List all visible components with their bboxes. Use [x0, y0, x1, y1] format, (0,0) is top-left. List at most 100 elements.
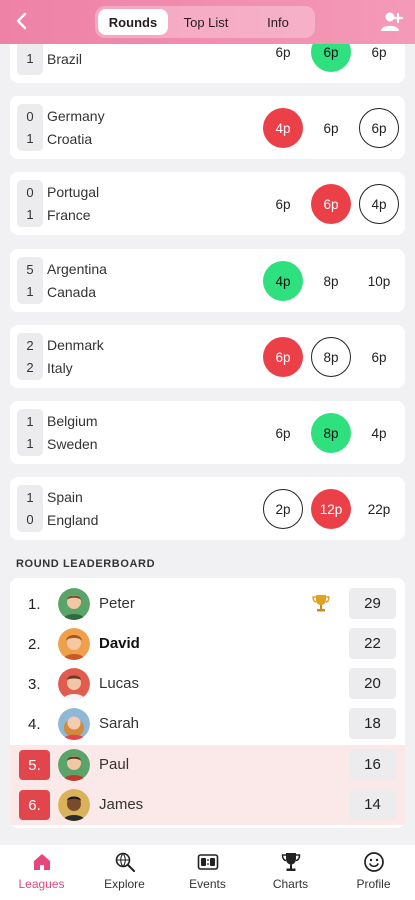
- avatar: [58, 789, 90, 821]
- nav-label: Profile: [356, 877, 391, 891]
- scoreboard-icon: [197, 854, 218, 870]
- pick-away[interactable]: 4p: [359, 184, 399, 224]
- pick-home[interactable]: 4p: [263, 261, 303, 301]
- rank-badge: 5.: [19, 750, 50, 780]
- away-team: France: [47, 207, 91, 224]
- rank-badge: 6.: [19, 790, 50, 820]
- tab-info[interactable]: Info: [244, 9, 312, 35]
- pick-away[interactable]: 6p: [359, 108, 399, 148]
- score-box: 0 1: [17, 180, 43, 227]
- home-score: 0: [26, 109, 34, 125]
- pick-home[interactable]: 6p: [263, 413, 303, 453]
- home-team: Portugal: [47, 183, 100, 200]
- nav-label: Leagues: [18, 877, 65, 891]
- add-user-icon[interactable]: [379, 9, 405, 35]
- nav-leagues[interactable]: Leagues: [0, 845, 83, 900]
- score-box: 2 2: [17, 333, 43, 380]
- trophy-icon: [281, 853, 300, 871]
- team-names: Denmark Italy: [47, 333, 104, 380]
- rank: 1.: [28, 595, 41, 613]
- away-score: 1: [26, 206, 34, 222]
- leaderboard-row[interactable]: 3. Lucas 20: [10, 664, 405, 704]
- segmented-tabs: Rounds Top List Info: [95, 6, 315, 38]
- home-score: 0: [26, 185, 34, 201]
- score-box: 5 1: [17, 257, 43, 304]
- match-card[interactable]: 1 1 Belgium Sweden 6p 8p 4p: [10, 401, 405, 464]
- rank: 3.: [28, 675, 41, 693]
- smiley-icon: [363, 852, 384, 872]
- leaderboard-row-current-user[interactable]: 5. Paul 16: [10, 745, 405, 785]
- bottom-navigation: Leagues Explore Events Charts Profile: [0, 845, 415, 900]
- pick-away[interactable]: 4p: [359, 413, 399, 453]
- tab-rounds[interactable]: Rounds: [98, 9, 168, 35]
- leaderboard-row[interactable]: 1. Peter 29: [10, 584, 405, 624]
- score-box: 1 1: [17, 409, 43, 456]
- player-score: 18: [349, 708, 396, 739]
- pick-home[interactable]: 6p: [263, 337, 303, 377]
- round-leaderboard: 1. Peter 29 2. David 22 3. Lucas 20 4. S…: [10, 578, 405, 828]
- away-score: 2: [26, 359, 34, 375]
- pick-home[interactable]: 4p: [263, 108, 303, 148]
- match-card[interactable]: 5 1 Argentina Canada 4p 8p 10p: [10, 249, 405, 312]
- avatar: [58, 588, 90, 620]
- nav-label: Charts: [272, 877, 309, 891]
- player-name: Peter: [99, 595, 135, 612]
- nav-label: Explore: [104, 877, 145, 891]
- pick-draw[interactable]: 12p: [311, 489, 351, 529]
- avatar: [58, 708, 90, 740]
- pick-draw[interactable]: 8p: [311, 337, 351, 377]
- pick-away[interactable]: 22p: [359, 489, 399, 529]
- pick-away[interactable]: 6p: [359, 337, 399, 377]
- nav-profile[interactable]: Profile: [332, 845, 415, 900]
- globe-search-icon: [115, 852, 135, 872]
- match-card[interactable]: 2 2 Denmark Italy 6p 8p 6p: [10, 325, 405, 388]
- away-team: England: [47, 512, 99, 529]
- player-name: Sarah: [99, 715, 140, 732]
- avatar: [58, 749, 90, 781]
- away-team: Italy: [47, 360, 73, 377]
- away-score: 1: [26, 283, 34, 299]
- player-name: Paul: [99, 756, 130, 773]
- score-box: 1 0: [17, 485, 43, 532]
- leaderboard-row[interactable]: 6. James 14: [10, 785, 405, 825]
- player-name: Lucas: [99, 675, 140, 692]
- nav-explore[interactable]: Explore: [83, 845, 166, 900]
- back-arrow-icon[interactable]: [10, 9, 34, 33]
- pick-home[interactable]: 2p: [263, 489, 303, 529]
- pick-draw[interactable]: 6p: [311, 108, 351, 148]
- match-card[interactable]: 1 0 Spain England 2p 12p 22p: [10, 477, 405, 540]
- leaderboard-row[interactable]: 4. Sarah 18: [10, 704, 405, 744]
- home-team: Denmark: [47, 336, 104, 353]
- match-card[interactable]: 0 1 Germany Croatia 4p 6p 6p: [10, 96, 405, 159]
- team-names: Belgium Sweden: [47, 409, 98, 456]
- avatar: [58, 628, 90, 660]
- home-score: 1: [26, 490, 34, 506]
- pick-draw[interactable]: 6p: [311, 184, 351, 224]
- player-score: 29: [349, 588, 396, 619]
- home-team: Belgium: [47, 412, 98, 429]
- match-card[interactable]: 0 1 Portugal France 6p 6p 4p: [10, 172, 405, 235]
- team-names: Spain England: [47, 485, 98, 532]
- tab-top-list[interactable]: Top List: [168, 9, 244, 35]
- nav-charts[interactable]: Charts: [249, 845, 332, 900]
- home-team: Argentina: [47, 260, 107, 277]
- away-team: Croatia: [47, 131, 93, 148]
- player-score: 14: [349, 789, 396, 820]
- player-name: David: [99, 635, 140, 652]
- pick-draw[interactable]: 8p: [311, 261, 351, 301]
- team-names: Argentina Canada: [47, 257, 107, 304]
- rank: 4.: [28, 715, 41, 733]
- leaderboard-row[interactable]: 2. David 22: [10, 624, 405, 664]
- home-score: 2: [26, 338, 34, 354]
- home-score: 1: [26, 414, 34, 430]
- pick-away[interactable]: 10p: [359, 261, 399, 301]
- away-team: Brazil: [47, 51, 83, 68]
- trophy-icon: [312, 595, 330, 612]
- rank: 2.: [28, 635, 41, 653]
- away-score: 1: [26, 51, 34, 66]
- leaderboard-title: ROUND LEADERBOARD: [16, 558, 156, 570]
- pick-home[interactable]: 6p: [263, 184, 303, 224]
- pick-draw[interactable]: 8p: [311, 413, 351, 453]
- away-team: Sweden: [47, 436, 98, 453]
- nav-events[interactable]: Events: [166, 845, 249, 900]
